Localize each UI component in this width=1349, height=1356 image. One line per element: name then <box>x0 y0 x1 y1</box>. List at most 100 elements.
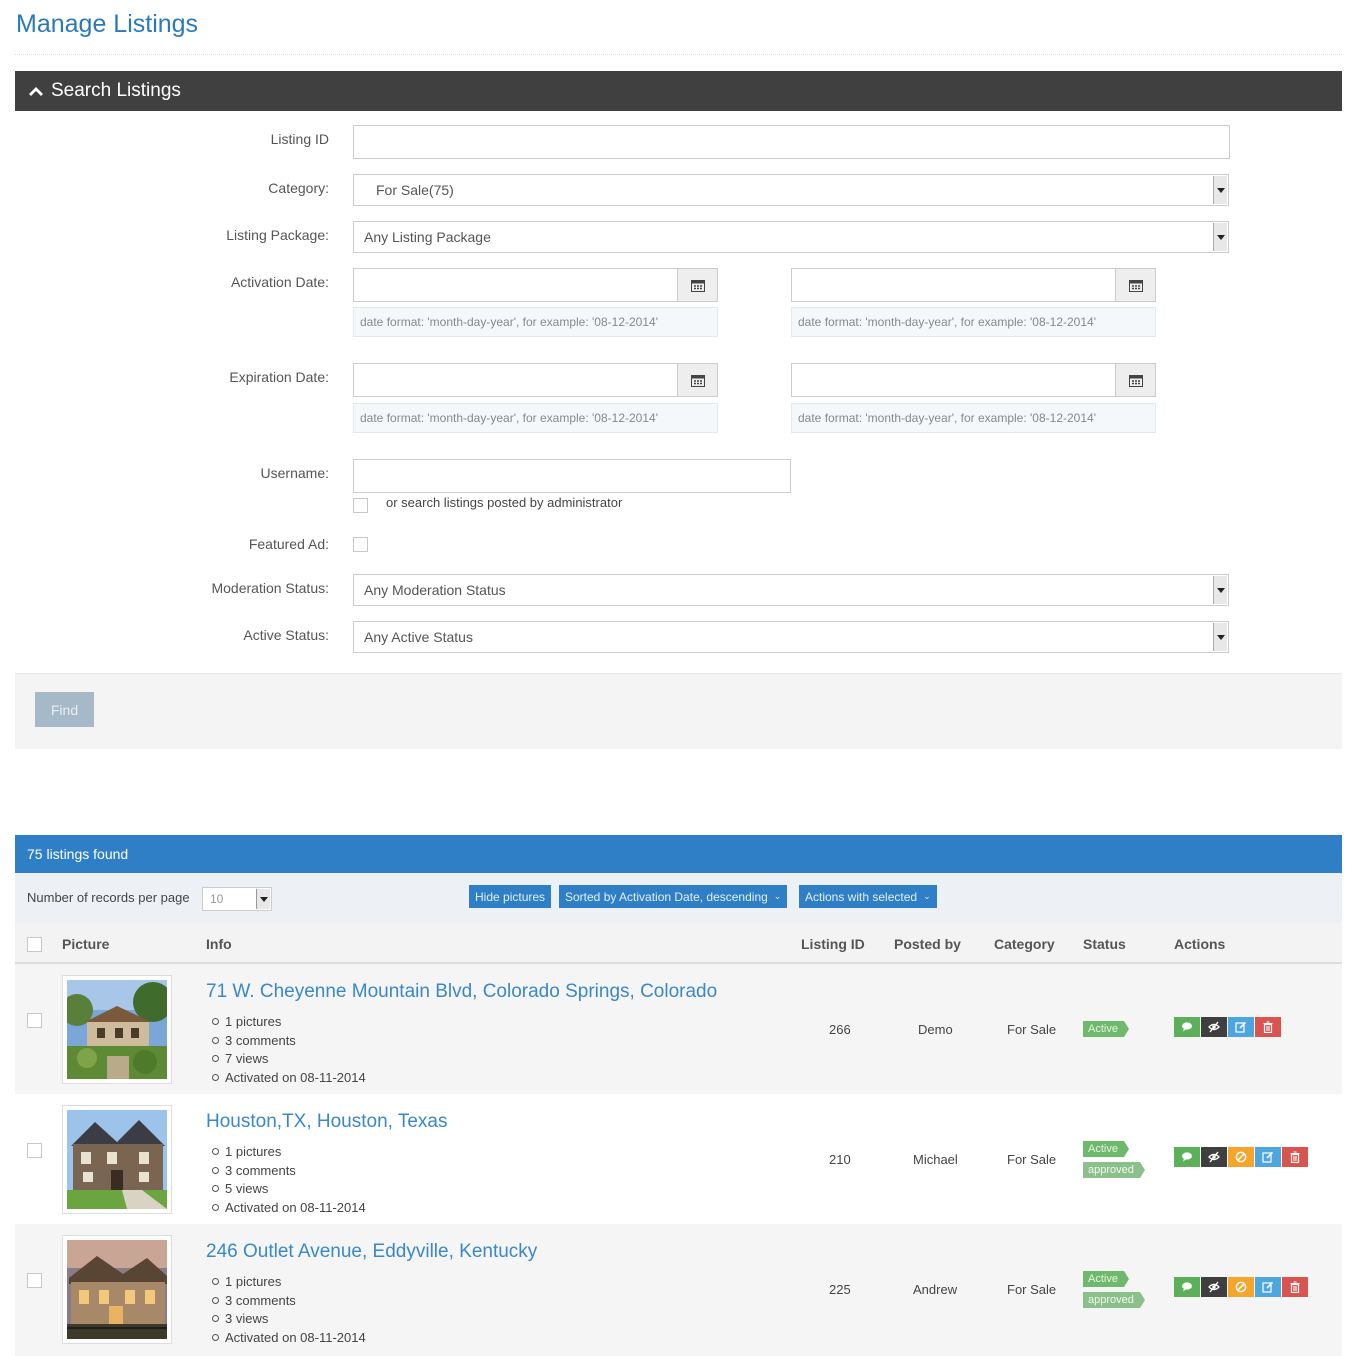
listing-activation-date: Activated on 08-11-2014 <box>212 1069 366 1088</box>
comments-action-button[interactable] <box>1174 1147 1200 1167</box>
column-posted-by[interactable]: Posted by <box>894 936 961 952</box>
listing-info-list: 1 pictures 3 comments 5 views Activated … <box>212 1143 366 1218</box>
listing-title-link[interactable]: 71 W. Cheyenne Mountain Blvd, Colorado S… <box>206 981 717 1003</box>
comment-icon <box>1182 1152 1192 1162</box>
column-category[interactable]: Category <box>994 936 1055 952</box>
listing-pictures-count: 1 pictures <box>212 1273 366 1292</box>
delete-action-button[interactable] <box>1282 1277 1308 1297</box>
comment-icon <box>1182 1282 1192 1292</box>
listing-views-count: 7 views <box>212 1050 366 1069</box>
row-select-checkbox[interactable] <box>27 1273 42 1288</box>
edit-icon <box>1262 1151 1274 1163</box>
eye-slash-icon <box>1208 1151 1220 1163</box>
listing-thumbnail[interactable] <box>62 975 172 1084</box>
select-arrow-icon <box>1213 576 1227 604</box>
ban-icon <box>1235 1281 1247 1293</box>
listing-id-label: Listing ID <box>270 131 329 147</box>
select-arrow-icon <box>256 889 270 909</box>
hide-action-button[interactable] <box>1201 1147 1227 1167</box>
username-input[interactable] <box>353 459 791 493</box>
featured-ad-label: Featured Ad: <box>248 536 329 552</box>
moderation-status-label: Moderation Status: <box>211 580 329 596</box>
category-cell: For Sale <box>1007 1022 1057 1037</box>
listing-id-cell: 210 <box>829 1152 851 1167</box>
active-status-select[interactable]: Any Active Status <box>353 621 1229 653</box>
category-select-value: For Sale(75) <box>376 182 454 198</box>
sort-dropdown-label: Sorted by Activation Date, descending <box>565 889 768 904</box>
eye-slash-icon <box>1208 1281 1220 1293</box>
posted-by-cell: Demo <box>918 1022 953 1037</box>
calendar-icon[interactable] <box>1115 364 1155 396</box>
calendar-icon[interactable] <box>677 364 717 396</box>
row-select-checkbox[interactable] <box>27 1143 42 1158</box>
delete-action-button[interactable] <box>1255 1017 1281 1037</box>
moderation-status-select[interactable]: Any Moderation Status <box>353 574 1229 606</box>
admin-listings-checkbox[interactable] <box>353 498 368 513</box>
records-per-page-select[interactable]: 10 <box>202 887 272 911</box>
listing-title-link[interactable]: 246 Outlet Avenue, Eddyville, Kentucky <box>206 1241 537 1263</box>
select-arrow-icon <box>1213 623 1227 651</box>
listing-id-cell: 225 <box>829 1282 851 1297</box>
comments-action-button[interactable] <box>1174 1277 1200 1297</box>
records-per-page-label: Number of records per page <box>27 890 190 905</box>
calendar-icon[interactable] <box>677 269 717 301</box>
trash-icon <box>1290 1281 1300 1293</box>
category-cell: For Sale <box>1007 1282 1057 1297</box>
hide-action-button[interactable] <box>1201 1277 1227 1297</box>
listing-pictures-count: 1 pictures <box>212 1013 366 1032</box>
listing-comments-count: 3 comments <box>212 1162 366 1181</box>
listing-package-select[interactable]: Any Listing Package <box>353 221 1229 253</box>
listing-views-count: 3 views <box>212 1310 366 1329</box>
featured-ad-checkbox[interactable] <box>353 537 368 552</box>
username-label: Username: <box>260 465 329 481</box>
posted-by-cell: Michael <box>913 1152 958 1167</box>
edit-action-button[interactable] <box>1228 1017 1254 1037</box>
activation-date-from-input[interactable] <box>353 268 718 302</box>
table-row: Houston,TX, Houston, Texas 1 pictures 3 … <box>15 1094 1342 1224</box>
edit-icon <box>1262 1281 1274 1293</box>
listings-table-header: Picture Info Listing ID Posted by Catego… <box>15 923 1342 964</box>
row-select-checkbox[interactable] <box>27 1013 42 1028</box>
category-label: Category: <box>268 180 329 196</box>
hide-pictures-button[interactable]: Hide pictures <box>469 885 552 908</box>
date-format-hint: date format: 'month-day-year', for examp… <box>791 307 1156 337</box>
find-button[interactable]: Find <box>35 692 94 727</box>
listing-id-cell: 266 <box>829 1022 851 1037</box>
deactivate-action-button[interactable] <box>1228 1147 1254 1167</box>
sort-dropdown-button[interactable]: Sorted by Activation Date, descending ⌄ <box>559 885 788 908</box>
listing-id-input[interactable] <box>353 125 1230 159</box>
edit-action-button[interactable] <box>1255 1147 1281 1167</box>
listing-pictures-count: 1 pictures <box>212 1143 366 1162</box>
edit-action-button[interactable] <box>1255 1277 1281 1297</box>
listing-comments-count: 3 comments <box>212 1292 366 1311</box>
expiration-date-to-input[interactable] <box>791 363 1156 397</box>
listing-title-link[interactable]: Houston,TX, Houston, Texas <box>206 1111 448 1133</box>
date-format-hint: date format: 'month-day-year', for examp… <box>353 307 718 337</box>
moderation-badge: approved <box>1083 1162 1145 1178</box>
trash-icon <box>1290 1151 1300 1163</box>
admin-listings-label: or search listings posted by administrat… <box>386 495 623 510</box>
column-listing-id[interactable]: Listing ID <box>801 936 865 952</box>
listing-thumbnail[interactable] <box>62 1235 172 1344</box>
column-status[interactable]: Status <box>1083 936 1126 952</box>
calendar-icon[interactable] <box>1115 269 1155 301</box>
page-title: Manage Listings <box>16 10 199 38</box>
listing-thumbnail[interactable] <box>62 1105 172 1214</box>
comments-action-button[interactable] <box>1174 1017 1200 1037</box>
delete-action-button[interactable] <box>1282 1147 1308 1167</box>
select-arrow-icon <box>1213 176 1227 204</box>
posted-by-cell: Andrew <box>913 1282 958 1297</box>
listing-activation-date: Activated on 08-11-2014 <box>212 1329 366 1348</box>
table-row: 71 W. Cheyenne Mountain Blvd, Colorado S… <box>15 964 1342 1094</box>
category-select[interactable]: For Sale(75) <box>353 174 1229 206</box>
search-panel-toggle[interactable]: Search Listings <box>15 71 1342 111</box>
deactivate-action-button[interactable] <box>1228 1277 1254 1297</box>
expiration-date-from-input[interactable] <box>353 363 718 397</box>
edit-icon <box>1235 1021 1247 1033</box>
bulk-actions-dropdown-button[interactable]: Actions with selected ⌄ <box>799 885 937 908</box>
activation-date-to-input[interactable] <box>791 268 1156 302</box>
select-all-checkbox[interactable] <box>27 937 42 952</box>
house-photo-1 <box>67 980 167 1079</box>
hide-action-button[interactable] <box>1201 1017 1227 1037</box>
search-panel-title: Search Listings <box>51 80 181 101</box>
